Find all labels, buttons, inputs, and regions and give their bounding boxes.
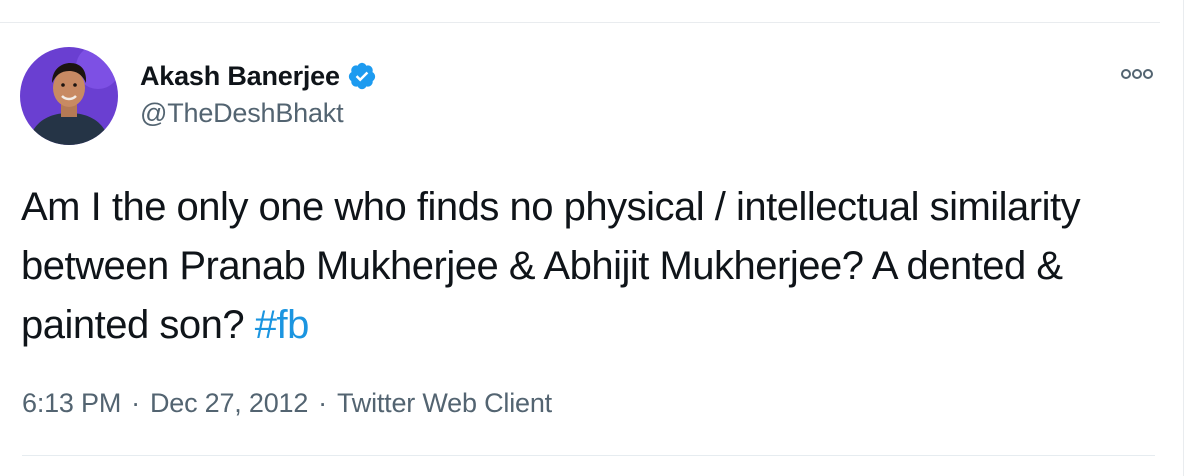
top-divider	[0, 22, 1160, 23]
tweet-text: Am I the only one who finds no physical …	[21, 178, 1121, 355]
tweet-body: Am I the only one who finds no physical …	[21, 185, 1081, 347]
user-handle[interactable]: @TheDeshBhakt	[140, 98, 344, 129]
more-options-button[interactable]	[1117, 62, 1157, 86]
tweet-meta: 6:13 PM · Dec 27, 2012 · Twitter Web Cli…	[22, 388, 552, 419]
meta-separator: ·	[318, 388, 327, 418]
user-name-row[interactable]: Akash Banerjee	[140, 58, 377, 94]
avatar-image	[20, 47, 118, 145]
verified-badge-icon	[347, 61, 377, 91]
more-options-icon	[1121, 69, 1153, 79]
tweet-time[interactable]: 6:13 PM	[22, 388, 121, 419]
tweet-card: Akash Banerjee @TheDeshBhakt Am I the on…	[0, 0, 1194, 476]
tweet-date[interactable]: Dec 27, 2012	[150, 388, 308, 419]
meta-separator: ·	[131, 388, 140, 418]
bottom-divider	[22, 455, 1155, 456]
hashtag-link[interactable]: #fb	[255, 303, 310, 347]
display-name[interactable]: Akash Banerjee	[140, 61, 340, 92]
avatar[interactable]	[20, 47, 118, 145]
tweet-client[interactable]: Twitter Web Client	[337, 388, 552, 419]
right-border	[1183, 0, 1184, 476]
